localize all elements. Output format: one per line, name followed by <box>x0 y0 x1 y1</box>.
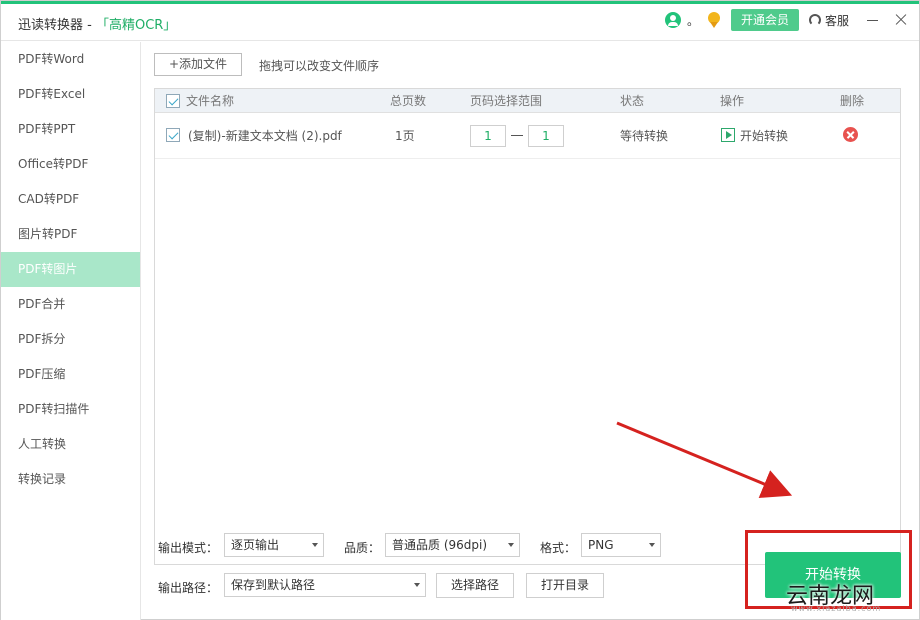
format-label: 格式： <box>540 541 577 555</box>
sidebar-item-pdf-to-image[interactable]: PDF转图片 <box>1 252 140 287</box>
row-total-pages: 1页 <box>395 129 415 143</box>
output-mode-select[interactable]: 逐页输出 <box>224 533 324 557</box>
format-value: PNG <box>588 538 614 552</box>
add-file-button[interactable]: +添加文件 <box>154 53 242 76</box>
window-title: 迅读转换器 - 「高精OCR」 <box>18 14 176 33</box>
row-status: 等待转换 <box>620 129 669 143</box>
sidebar-item-history[interactable]: 转换记录 <box>1 462 140 497</box>
title-bar: 迅读转换器 - 「高精OCR」 。 开通会员 客服 <box>1 1 919 41</box>
user-avatar-icon[interactable] <box>664 12 681 28</box>
play-icon[interactable] <box>721 128 735 142</box>
header-action: 操作 <box>720 94 745 108</box>
vip-medal-icon <box>707 12 721 28</box>
sidebar-item-pdf-merge[interactable]: PDF合并 <box>1 287 140 322</box>
quality-label: 品质： <box>344 541 381 555</box>
range-dash <box>511 135 523 136</box>
drag-hint: 拖拽可以改变文件顺序 <box>259 59 380 73</box>
ocr-badge[interactable]: 「高精OCR」 <box>96 18 176 33</box>
output-mode-label: 输出模式： <box>158 541 219 555</box>
range-from-input[interactable]: 1 <box>470 125 506 147</box>
row-start-convert-link[interactable]: 开始转换 <box>740 113 788 159</box>
delete-icon[interactable] <box>843 127 858 142</box>
sidebar-item-pdf-compress[interactable]: PDF压缩 <box>1 357 140 392</box>
open-directory-button[interactable]: 打开目录 <box>526 573 604 598</box>
sidebar-item-office-to-pdf[interactable]: Office转PDF <box>1 147 140 182</box>
header-delete: 删除 <box>840 94 865 108</box>
chevron-down-icon <box>414 583 420 587</box>
sidebar-item-pdf-to-word[interactable]: PDF转Word <box>1 42 140 77</box>
sidebar-item-manual-convert[interactable]: 人工转换 <box>1 427 140 462</box>
sidebar-item-pdf-split[interactable]: PDF拆分 <box>1 322 140 357</box>
sidebar-item-image-to-pdf[interactable]: 图片转PDF <box>1 217 140 252</box>
range-to-input[interactable]: 1 <box>528 125 564 147</box>
customer-service-button[interactable]: 客服 <box>808 12 849 29</box>
table-header: 文件名称 总页数 页码选择范围 状态 操作 删除 <box>155 89 900 113</box>
chevron-down-icon <box>508 543 514 547</box>
sidebar-item-pdf-to-excel[interactable]: PDF转Excel <box>1 77 140 112</box>
quality-select[interactable]: 普通品质 (96dpi) <box>385 533 520 557</box>
output-path-label: 输出路径： <box>158 581 219 595</box>
header-status: 状态 <box>620 94 645 108</box>
headset-icon <box>808 14 821 26</box>
output-path-select[interactable]: 保存到默认路径 <box>224 573 426 597</box>
header-file-name: 文件名称 <box>186 94 235 108</box>
output-path-value: 保存到默认路径 <box>231 578 316 592</box>
watermark-url: www.xiazaiba.com <box>791 604 882 613</box>
title-bar-actions: 。 开通会员 客服 <box>664 6 919 34</box>
sidebar-item-pdf-to-scan[interactable]: PDF转扫描件 <box>1 392 140 427</box>
chevron-down-icon <box>312 543 318 547</box>
app-name: 迅读转换器 - <box>18 18 96 33</box>
open-vip-button[interactable]: 开通会员 <box>730 9 799 31</box>
close-icon[interactable] <box>891 10 911 30</box>
file-table: 文件名称 总页数 页码选择范围 状态 操作 删除 (复制)-新建文本文档 (2)… <box>154 88 901 565</box>
row-file-name: (复制)-新建文本文档 (2).pdf <box>188 129 342 143</box>
select-all-checkbox[interactable] <box>166 94 180 108</box>
format-select[interactable]: PNG <box>581 533 661 557</box>
header-page-range: 页码选择范围 <box>470 94 543 108</box>
minimize-icon[interactable] <box>863 10 883 30</box>
quality-value: 普通品质 (96dpi) <box>392 538 488 552</box>
sidebar-item-cad-to-pdf[interactable]: CAD转PDF <box>1 182 140 217</box>
row-checkbox[interactable] <box>166 128 180 142</box>
chevron-down-icon <box>649 543 655 547</box>
user-name[interactable]: 。 <box>687 12 699 29</box>
table-row: (复制)-新建文本文档 (2).pdf 1页 1 1 等待转换 开始转换 <box>155 113 900 159</box>
main-panel: +添加文件 拖拽可以改变文件顺序 文件名称 总页数 页码选择范围 状态 操作 删… <box>142 42 919 620</box>
header-total-pages: 总页数 <box>390 94 427 108</box>
sidebar: PDF转Word PDF转Excel PDF转PPT Office转PDF CA… <box>1 42 141 620</box>
choose-path-button[interactable]: 选择路径 <box>436 573 514 598</box>
sidebar-item-pdf-to-ppt[interactable]: PDF转PPT <box>1 112 140 147</box>
output-mode-value: 逐页输出 <box>231 538 280 552</box>
customer-service-label: 客服 <box>824 13 849 28</box>
